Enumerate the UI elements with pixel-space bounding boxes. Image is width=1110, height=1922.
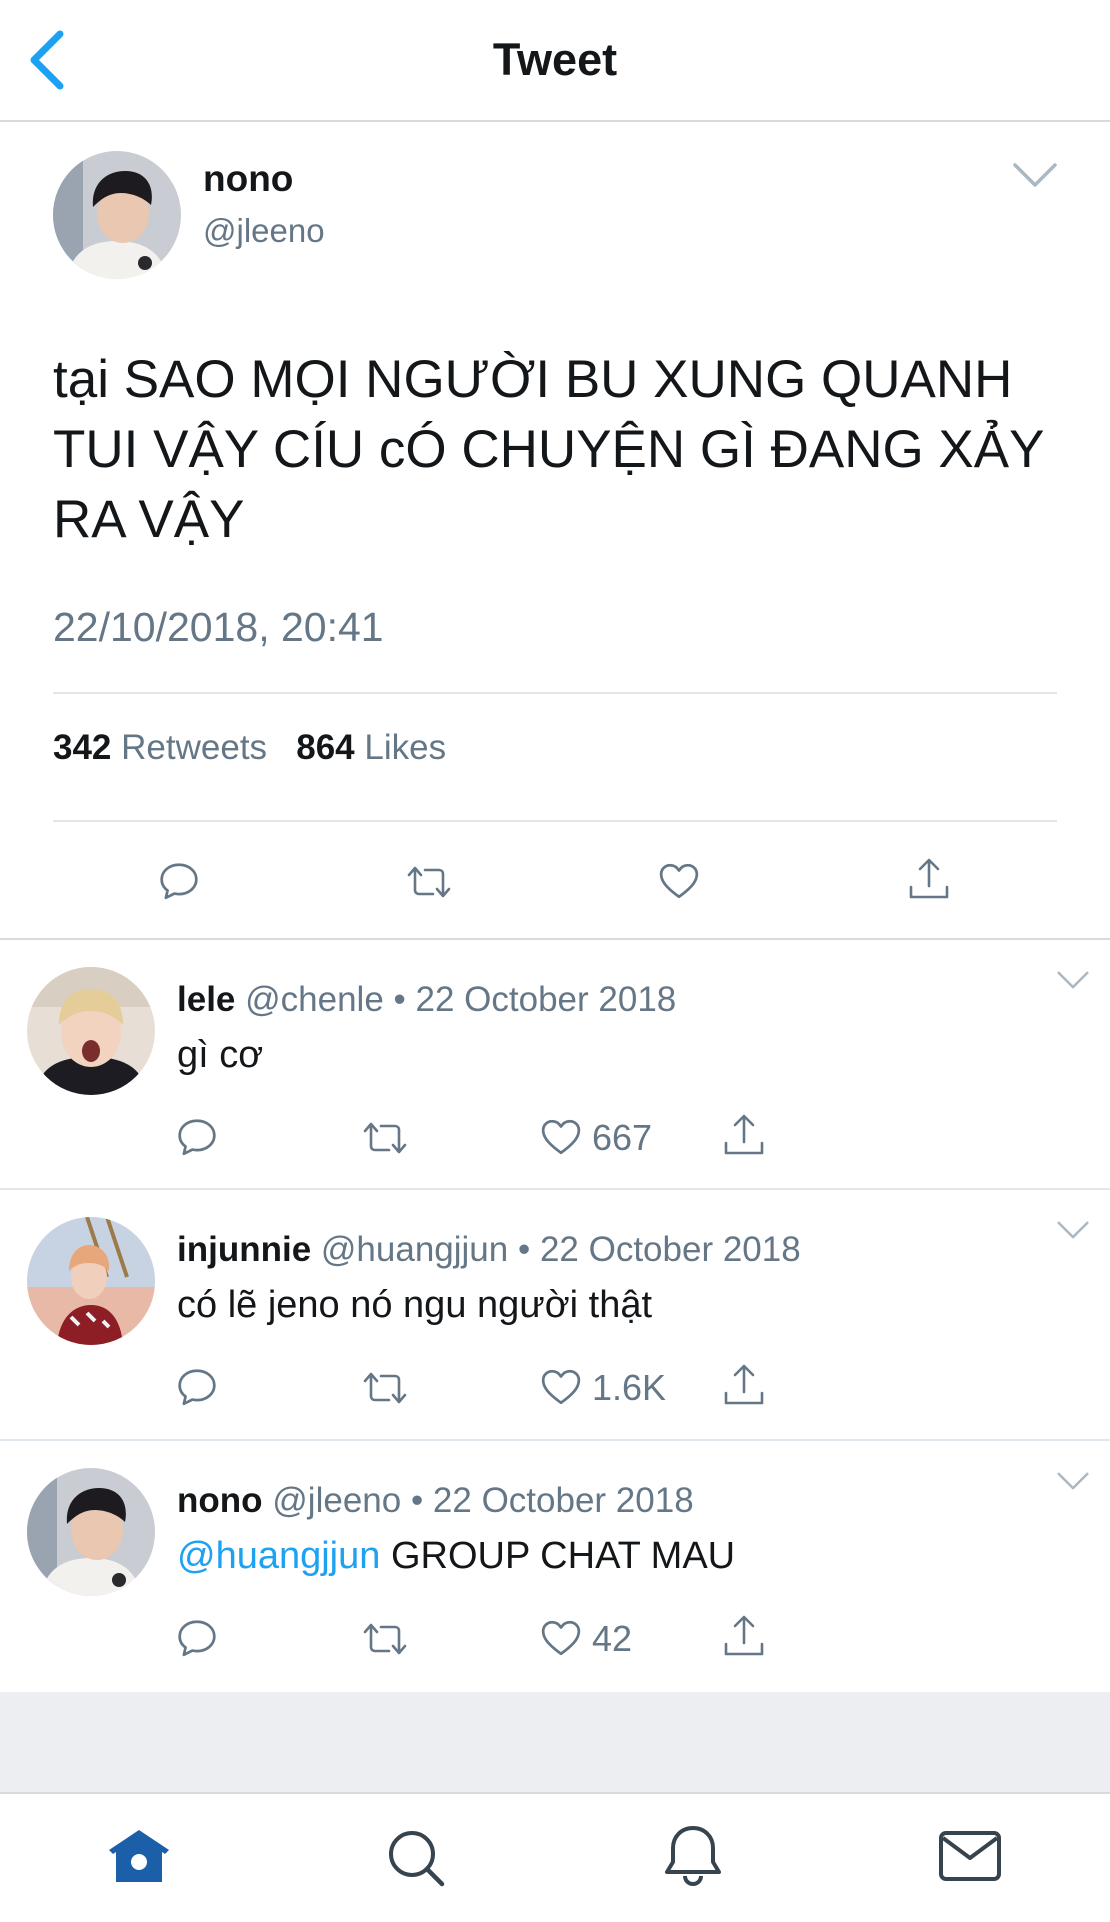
- messages-icon[interactable]: [938, 1830, 1002, 1882]
- reply-author-name[interactable]: injunnie: [177, 1230, 311, 1269]
- reply-author-handle[interactable]: @jleeno: [272, 1481, 401, 1520]
- like-count[interactable]: 42: [592, 1617, 632, 1661]
- share-icon[interactable]: [907, 856, 951, 902]
- tweet-stats: 342 Retweets 864 Likes: [53, 726, 446, 770]
- avatar[interactable]: [27, 1217, 155, 1345]
- like-count[interactable]: 667: [592, 1116, 652, 1160]
- share-icon[interactable]: [722, 1613, 766, 1659]
- empty-area: [0, 1692, 1110, 1792]
- tweet-text: tại SAO MỌI NGƯỜI BU XUNG QUANH TUI VẬY …: [53, 350, 1044, 549]
- reply-text: gì cơ: [177, 1030, 263, 1080]
- reply-icon[interactable]: [176, 1116, 218, 1158]
- divider: [53, 820, 1057, 822]
- retweets-label[interactable]: Retweets: [121, 728, 267, 767]
- divider: [53, 692, 1057, 694]
- reply-date: • 22 October 2018: [517, 1230, 801, 1269]
- heart-icon[interactable]: [540, 1617, 582, 1659]
- chevron-down-icon[interactable]: [1056, 970, 1090, 990]
- reply-text-body: GROUP CHAT MAU: [380, 1535, 736, 1577]
- reply-item[interactable]: lele @chenle • 22 October 2018 gì cơ 667: [0, 940, 1110, 1190]
- reply-text-body: có lẽ jeno nó ngu người thật: [177, 1284, 653, 1326]
- reply-header: nono @jleeno • 22 October 2018: [177, 1479, 694, 1523]
- reply-date: • 22 October 2018: [393, 980, 677, 1019]
- reply-author-handle[interactable]: @chenle: [245, 980, 384, 1019]
- reply-text-body: gì cơ: [177, 1034, 264, 1076]
- avatar[interactable]: [53, 151, 181, 279]
- like-count[interactable]: 1.6K: [592, 1366, 666, 1410]
- share-icon[interactable]: [722, 1362, 766, 1408]
- chevron-down-icon[interactable]: [1056, 1220, 1090, 1240]
- retweets-count[interactable]: 342: [53, 728, 111, 767]
- likes-count[interactable]: 864: [296, 728, 354, 767]
- reply-header: injunnie @huangjjun • 22 October 2018: [177, 1228, 801, 1272]
- reply-item[interactable]: nono @jleeno • 22 October 2018 @huangjju…: [0, 1441, 1110, 1692]
- retweet-icon[interactable]: [404, 862, 454, 902]
- notifications-icon[interactable]: [662, 1824, 724, 1888]
- reply-text: có lẽ jeno nó ngu người thật: [177, 1280, 652, 1330]
- tweet-timestamp: 22/10/2018, 20:41: [53, 604, 384, 650]
- reply-text: @huangjjun GROUP CHAT MAU: [177, 1531, 735, 1581]
- reply-author-name[interactable]: nono: [177, 1481, 263, 1520]
- home-icon[interactable]: [106, 1828, 172, 1886]
- reply-icon[interactable]: [158, 860, 200, 902]
- reply-date: • 22 October 2018: [410, 1481, 694, 1520]
- likes-label[interactable]: Likes: [364, 728, 446, 767]
- reply-author-handle[interactable]: @huangjjun: [321, 1230, 508, 1269]
- author-name[interactable]: nono: [203, 157, 293, 201]
- reply-author-name[interactable]: lele: [177, 980, 235, 1019]
- chevron-down-icon[interactable]: [1012, 160, 1058, 190]
- page-title: Tweet: [492, 34, 618, 85]
- retweet-icon[interactable]: [360, 1118, 410, 1158]
- reply-item[interactable]: injunnie @huangjjun • 22 October 2018 có…: [0, 1190, 1110, 1441]
- reply-icon[interactable]: [176, 1366, 218, 1408]
- reply-header: lele @chenle • 22 October 2018: [177, 978, 676, 1022]
- bottom-tab-bar: [0, 1792, 1110, 1922]
- chevron-down-icon[interactable]: [1056, 1471, 1090, 1491]
- share-icon[interactable]: [722, 1112, 766, 1158]
- avatar[interactable]: [27, 967, 155, 1095]
- search-icon[interactable]: [386, 1828, 446, 1888]
- reply-icon[interactable]: [176, 1617, 218, 1659]
- retweet-icon[interactable]: [360, 1619, 410, 1659]
- heart-icon[interactable]: [658, 860, 700, 902]
- avatar[interactable]: [27, 1468, 155, 1596]
- heart-icon[interactable]: [540, 1366, 582, 1408]
- reply-mention[interactable]: @huangjjun: [177, 1535, 380, 1577]
- author-handle[interactable]: @jleeno: [203, 210, 325, 252]
- retweet-icon[interactable]: [360, 1368, 410, 1408]
- top-nav-bar: Tweet: [0, 0, 1110, 122]
- heart-icon[interactable]: [540, 1116, 582, 1158]
